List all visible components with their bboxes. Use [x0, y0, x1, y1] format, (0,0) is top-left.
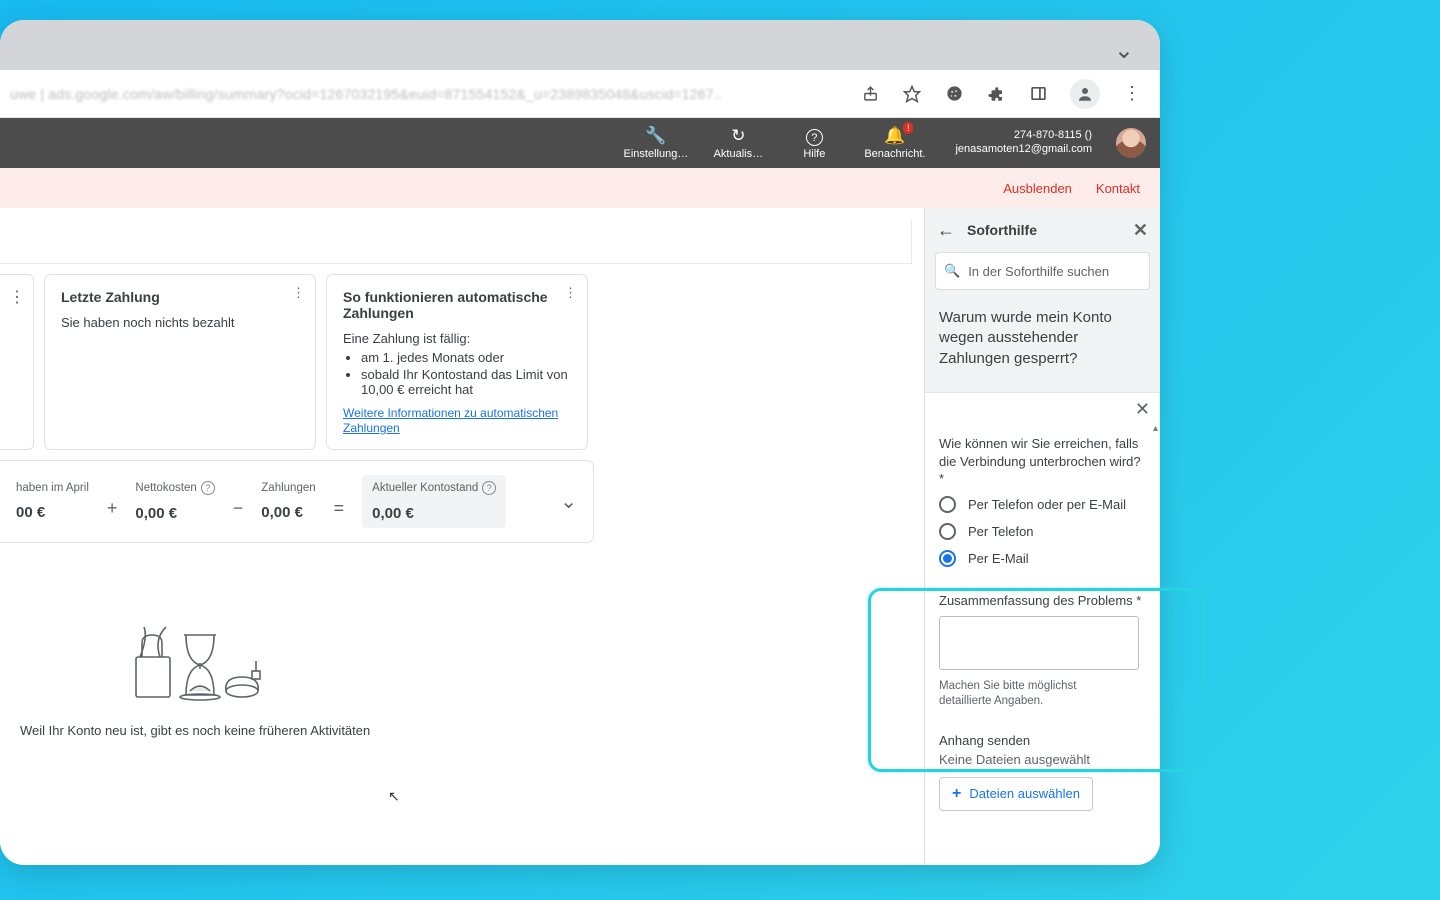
account-id: 274-870-8115 (): [955, 129, 1092, 143]
address-bar: uwe | ads.google.com/aw/billing/summary?…: [0, 70, 1160, 118]
radio-label: Per E-Mail: [968, 551, 1029, 566]
mouse-cursor-icon: ↖: [388, 788, 400, 805]
browser-window: ⌄ uwe | ads.google.com/aw/billing/summar…: [0, 20, 1160, 865]
account-info[interactable]: 274-870-8115 () jenasamoten12@gmail.com: [955, 129, 1092, 157]
learn-more-link[interactable]: Weitere Informationen zu automatischen Z…: [343, 406, 558, 435]
notif-label: Benachricht.: [864, 148, 925, 160]
puzzle-icon[interactable]: [986, 84, 1006, 104]
close-icon[interactable]: ✕: [1133, 220, 1148, 241]
star-icon[interactable]: [902, 84, 922, 104]
radio-icon: [939, 550, 956, 567]
content-top-strip: [0, 220, 912, 264]
scroll-up-icon[interactable]: ▴: [1153, 423, 1158, 434]
card-subtitle: Eine Zahlung ist fällig:: [343, 331, 571, 346]
share-icon[interactable]: [860, 84, 880, 104]
cell-value: 0,00 €: [372, 505, 496, 522]
help-side-panel: ← Soforthilfe ✕ 🔍 In der Soforthilfe suc…: [924, 208, 1160, 865]
refresh-icon: ↻: [731, 126, 745, 146]
chevron-down-icon[interactable]: ⌄: [560, 489, 577, 514]
attachment-label: Anhang senden: [939, 733, 1146, 748]
cell-label: Nettokosten: [135, 482, 196, 494]
card-last-payment: ⋮ Letzte Zahlung Sie haben noch nichts b…: [44, 274, 316, 450]
billing-content: ⋮ ⋮ Letzte Zahlung Sie haben noch nichts…: [0, 208, 924, 865]
card-auto-payments: ⋮ So funktionieren automatische Zahlunge…: [326, 274, 588, 450]
help-label: Hilfe: [803, 148, 825, 160]
help-icon[interactable]: ?: [201, 481, 215, 495]
app-top-bar: 🔧 Einstellung… ↻ Aktualis… ? Hilfe 🔔! Be…: [0, 118, 1160, 168]
chevron-down-icon[interactable]: ⌄: [1114, 36, 1134, 65]
summary-hint: Machen Sie bitte möglichst detaillierte …: [939, 679, 1119, 709]
account-avatar[interactable]: [1116, 128, 1146, 158]
radio-label: Per Telefon oder per E-Mail: [968, 497, 1126, 512]
side-title: Soforthilfe: [967, 222, 1037, 238]
plus-icon: +: [107, 498, 118, 519]
radio-icon: [939, 523, 956, 540]
cell-value: 0,00 €: [261, 504, 315, 521]
search-placeholder: In der Soforthilfe suchen: [968, 264, 1109, 279]
sidepanel-icon[interactable]: [1028, 84, 1048, 104]
cell-label: Aktueller Kontostand: [372, 482, 478, 494]
radio-icon: [939, 496, 956, 513]
banner-contact-link[interactable]: Kontakt: [1096, 181, 1140, 196]
kebab-icon[interactable]: ⋮: [564, 285, 577, 301]
bullet-item: sobald Ihr Kontostand das Limit von 10,0…: [361, 367, 571, 397]
hourglass-illustration: [130, 613, 270, 703]
attachment-status: Keine Dateien ausgewählt: [939, 752, 1146, 767]
tab-strip: ⌄: [0, 20, 1160, 70]
choose-files-label: Dateien auswählen: [969, 786, 1080, 801]
kebab-icon[interactable]: ⋮: [1122, 84, 1142, 104]
cell-value: 0,00 €: [135, 505, 214, 522]
cell-label: Zahlungen: [261, 482, 315, 494]
bullet-item: am 1. jedes Monats oder: [361, 350, 571, 365]
contact-form: ✕ ▴ Wie können wir Sie erreichen, falls …: [925, 392, 1160, 865]
search-icon: 🔍: [944, 263, 960, 279]
empty-state: Weil Ihr Konto neu ist, gibt es noch kei…: [0, 613, 912, 738]
form-question: Wie können wir Sie erreichen, falls die …: [939, 435, 1146, 488]
radio-option-phone[interactable]: Per Telefon: [939, 523, 1146, 540]
card-partial-left: ⋮: [0, 274, 34, 450]
card-title: So funktionieren automatische Zahlungen: [343, 289, 571, 321]
alert-banner: Ausblenden Kontakt: [0, 168, 1160, 208]
bell-icon: 🔔!: [884, 126, 905, 146]
empty-message: Weil Ihr Konto neu ist, gibt es noch kei…: [20, 723, 912, 738]
minus-icon: −: [233, 498, 244, 519]
card-body: Sie haben noch nichts bezahlt: [61, 315, 299, 330]
choose-files-button[interactable]: + Dateien auswählen: [939, 777, 1093, 811]
account-email: jenasamoten12@gmail.com: [955, 143, 1092, 157]
help-article-title: Warum wurde mein Konto wegen ausstehende…: [925, 290, 1160, 383]
url-text[interactable]: uwe | ads.google.com/aw/billing/summary?…: [10, 86, 846, 102]
notif-badge: !: [903, 122, 914, 134]
back-arrow-icon[interactable]: ←: [937, 220, 955, 241]
help-icon[interactable]: ?: [482, 481, 496, 495]
radio-label: Per Telefon: [968, 524, 1034, 539]
settings-label: Einstellung…: [624, 148, 689, 160]
radio-option-email[interactable]: Per E-Mail: [939, 550, 1146, 567]
summary-label: Zusammenfassung des Problems *: [939, 593, 1146, 608]
banner-hide-link[interactable]: Ausblenden: [1003, 181, 1072, 196]
cookie-icon[interactable]: [944, 84, 964, 104]
notifications-button[interactable]: 🔔! Benachricht.: [864, 126, 925, 160]
equals-icon: =: [334, 498, 345, 519]
cell-value: 00 €: [16, 504, 89, 521]
help-button[interactable]: ? Hilfe: [788, 126, 840, 161]
refresh-button[interactable]: ↻ Aktualis…: [712, 126, 764, 160]
kebab-icon[interactable]: ⋮: [9, 287, 25, 307]
card-title: Letzte Zahlung: [61, 289, 299, 305]
profile-avatar-icon[interactable]: [1070, 79, 1100, 109]
settings-button[interactable]: 🔧 Einstellung…: [624, 126, 689, 160]
help-icon: ?: [806, 126, 823, 147]
radio-option-both[interactable]: Per Telefon oder per E-Mail: [939, 496, 1146, 513]
kebab-icon[interactable]: ⋮: [292, 285, 305, 301]
problem-summary-input[interactable]: [939, 616, 1139, 670]
help-search-input[interactable]: 🔍 In der Soforthilfe suchen: [935, 252, 1150, 290]
close-icon[interactable]: ✕: [1135, 399, 1150, 420]
cell-label: haben im April: [16, 482, 89, 494]
wrench-icon: 🔧: [645, 126, 666, 146]
plus-icon: +: [952, 785, 961, 803]
refresh-label: Aktualis…: [714, 148, 764, 160]
balance-summary: haben im April 00 € + Nettokosten ? 0,00…: [0, 460, 594, 543]
